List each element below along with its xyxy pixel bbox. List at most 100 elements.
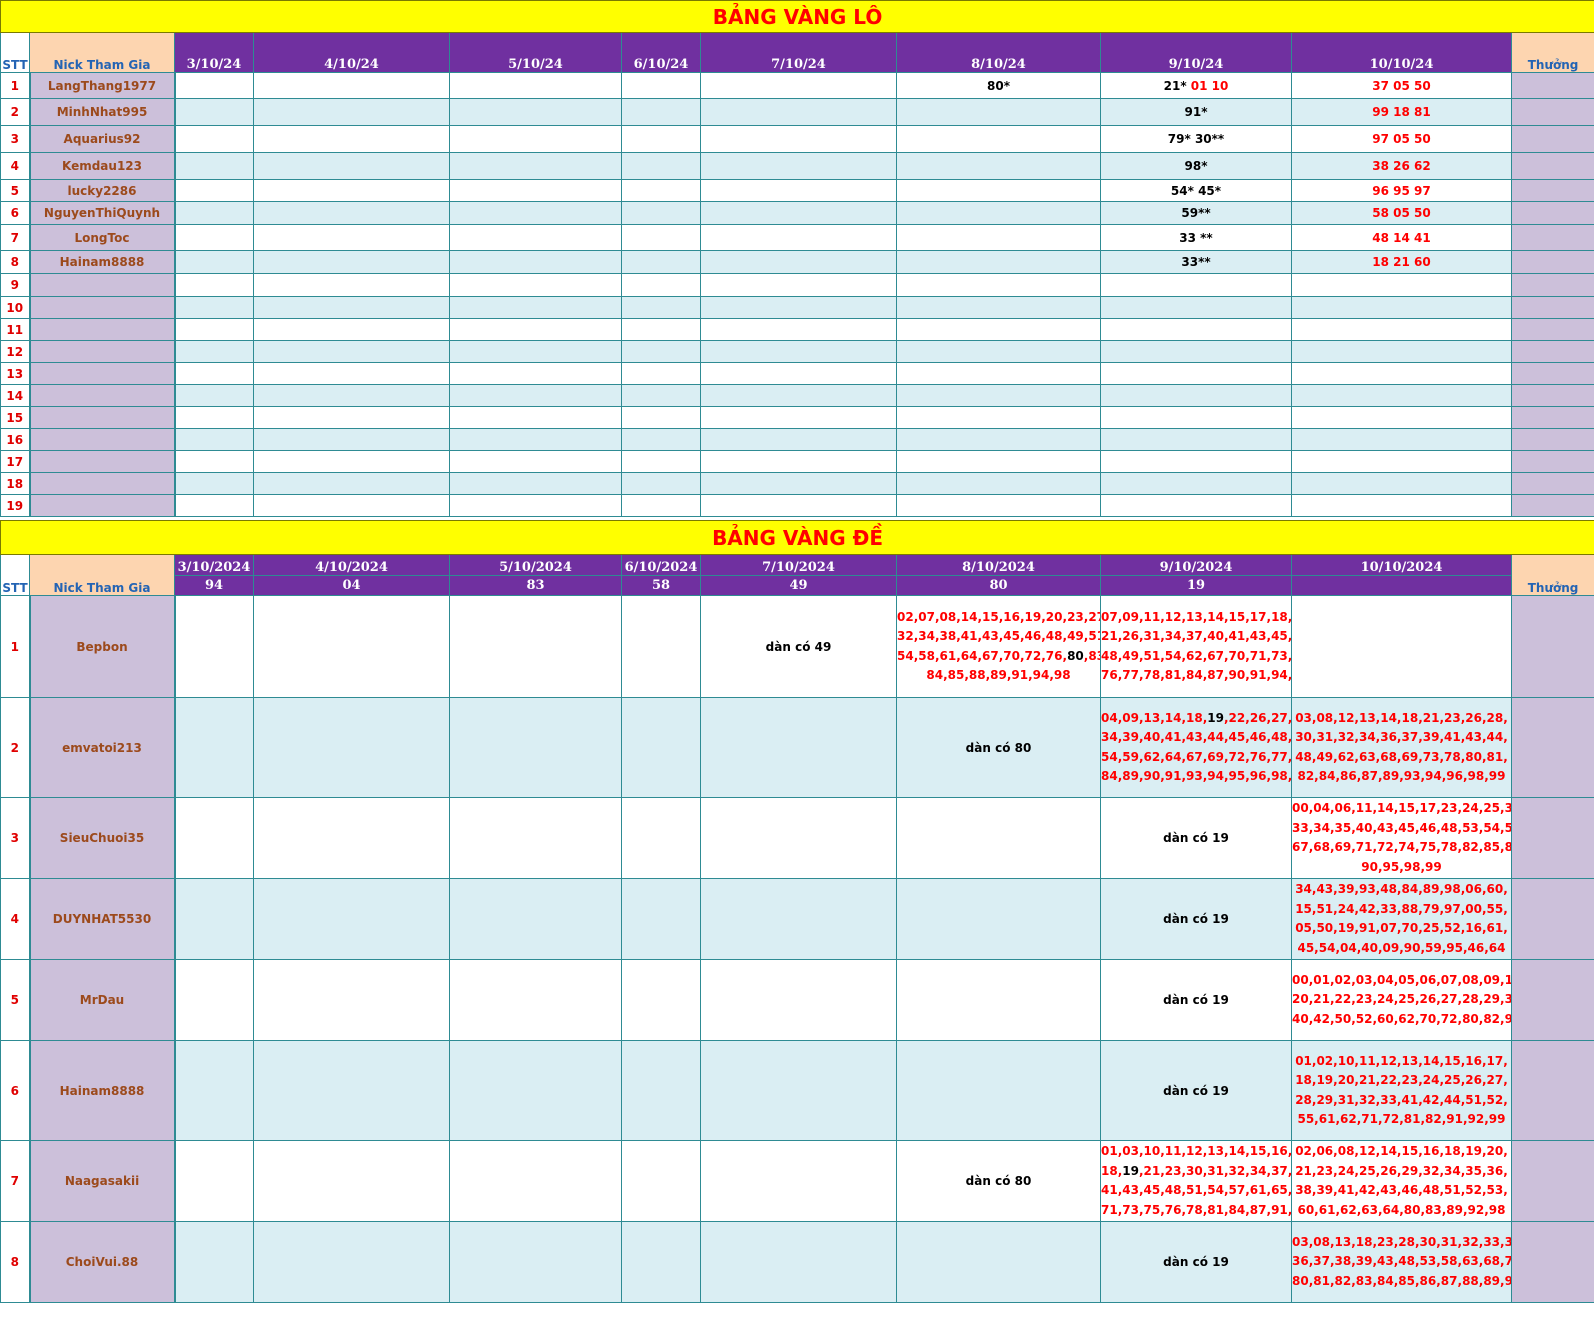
lo-cell	[621, 224, 701, 251]
lo-cell	[253, 98, 450, 126]
lo-cell	[896, 494, 1101, 517]
lo-cell	[621, 72, 701, 99]
de-cell: dàn có 49	[700, 595, 897, 698]
lo-cell	[1100, 428, 1292, 451]
lo-cell	[449, 384, 622, 407]
lo-cell: 59**	[1100, 201, 1292, 225]
row-number: 5	[0, 959, 30, 1041]
row-number: 6	[0, 201, 30, 225]
de-date-header: 6/10/2024	[621, 554, 701, 576]
lo-cell: 21* 01 10	[1100, 72, 1292, 99]
de-cell	[174, 1221, 254, 1303]
row-number: 16	[0, 428, 30, 451]
lo-cell	[174, 72, 254, 99]
row-number: 8	[0, 1221, 30, 1303]
lo-cell: 99 18 81	[1291, 98, 1512, 126]
de-cell	[896, 1221, 1101, 1303]
lo-pick-extra: 01 10	[1186, 78, 1229, 93]
lo-cell	[1100, 362, 1292, 385]
lo-cell	[700, 224, 897, 251]
list-seg: 07,09,11,12,13,14,15,17,18,	[1101, 609, 1292, 624]
lo-cell	[449, 472, 622, 495]
lo-cell	[174, 201, 254, 225]
lo-cell: 48 14 41	[1291, 224, 1512, 251]
lo-cell	[174, 340, 254, 363]
de-date-header: 5/10/2024	[449, 554, 622, 576]
de-cell	[621, 1140, 701, 1222]
thuong-cell	[1510, 472, 1594, 495]
lo-cell	[449, 362, 622, 385]
lo-cell	[449, 450, 622, 473]
list-line: 45,54,04,40,09,90,59,95,46,64	[1297, 940, 1506, 955]
de-cell	[253, 878, 450, 960]
lo-cell	[1100, 472, 1292, 495]
list-line: 40,42,50,52,60,62,70,72,80,82,90,92	[1292, 1011, 1511, 1026]
lo-date-header: 5/10/24	[449, 32, 622, 73]
de-number-list: 02,06,08,12,14,15,16,18,19,20, 21,23,24,…	[1291, 1140, 1512, 1222]
lo-cell	[1100, 273, 1292, 297]
thuong-cell	[1510, 406, 1594, 429]
lo-cell	[700, 98, 897, 126]
lo-cell: 97 05 50	[1291, 125, 1512, 153]
lo-cell	[253, 340, 450, 363]
row-number: 18	[0, 472, 30, 495]
thuong-cell	[1510, 179, 1594, 202]
lo-cell	[700, 179, 897, 202]
de-thuong-header: Thưởng	[1510, 554, 1594, 596]
lo-cell	[174, 98, 254, 126]
lo-cell	[700, 72, 897, 99]
list-line: 84,89,90,91,93,94,95,96,98,99	[1101, 769, 1292, 783]
lo-cell	[174, 406, 254, 429]
lo-cell	[896, 250, 1101, 274]
row-number: 11	[0, 318, 30, 341]
lo-pick: 21*	[1163, 78, 1187, 93]
de-cell	[449, 878, 622, 960]
de-cell	[621, 1221, 701, 1303]
de-date-header: 4/10/2024	[253, 554, 450, 576]
thuong-cell	[1510, 98, 1594, 126]
row-number: 1	[0, 72, 30, 99]
nick-name	[28, 318, 176, 341]
list-line: 54,59,62,64,67,69,72,76,77,81,	[1101, 749, 1291, 764]
lo-cell	[896, 406, 1101, 429]
lo-cell	[174, 125, 254, 153]
thuong-cell	[1510, 296, 1594, 319]
de-cell	[449, 1040, 622, 1141]
lo-cell	[174, 494, 254, 517]
list-line: 36,37,38,39,43,48,53,58,63,68,73,78,	[1292, 1254, 1512, 1269]
de-cell	[700, 878, 897, 960]
lo-date-header: 8/10/24	[896, 32, 1101, 73]
thuong-cell	[1510, 697, 1594, 798]
nick-name: lucky2286	[28, 179, 176, 202]
row-number: 4	[0, 152, 30, 180]
de-cell	[700, 1040, 897, 1141]
thuong-cell	[1510, 152, 1594, 180]
list-line: 00,01,02,03,04,05,06,07,08,09,10,12,	[1292, 972, 1512, 987]
nick-name	[28, 384, 176, 407]
lo-cell	[896, 98, 1101, 126]
list-line: 38,39,41,42,43,46,48,51,52,53,	[1295, 1183, 1508, 1197]
lo-cell	[896, 472, 1101, 495]
de-cell	[896, 1040, 1101, 1141]
thuong-cell	[1510, 450, 1594, 473]
lo-cell	[174, 384, 254, 407]
row-number: 13	[0, 362, 30, 385]
list-seg: 54,58,61,64,67,70,72,76,	[897, 648, 1068, 663]
lo-cell	[449, 72, 622, 99]
list-line: 84,85,88,89,91,94,98	[926, 668, 1071, 682]
lo-date-header: 4/10/24	[253, 32, 450, 73]
lo-cell	[896, 125, 1101, 153]
lo-cell	[700, 494, 897, 517]
lo-cell	[621, 428, 701, 451]
thuong-cell	[1510, 384, 1594, 407]
lo-cell	[1100, 318, 1292, 341]
list-line: 34,43,39,93,48,84,89,98,06,60,	[1295, 882, 1508, 896]
de-cell	[896, 797, 1101, 879]
lo-cell	[1291, 472, 1512, 495]
lo-cell	[449, 201, 622, 225]
lo-cell	[174, 273, 254, 297]
lo-date-header: 10/10/24	[1291, 32, 1512, 73]
list-line: 21,23,24,25,26,29,32,34,35,36,	[1295, 1163, 1508, 1178]
lo-cell	[174, 152, 254, 180]
list-line: 60,61,62,63,64,80,83,89,92,98	[1297, 1202, 1506, 1217]
